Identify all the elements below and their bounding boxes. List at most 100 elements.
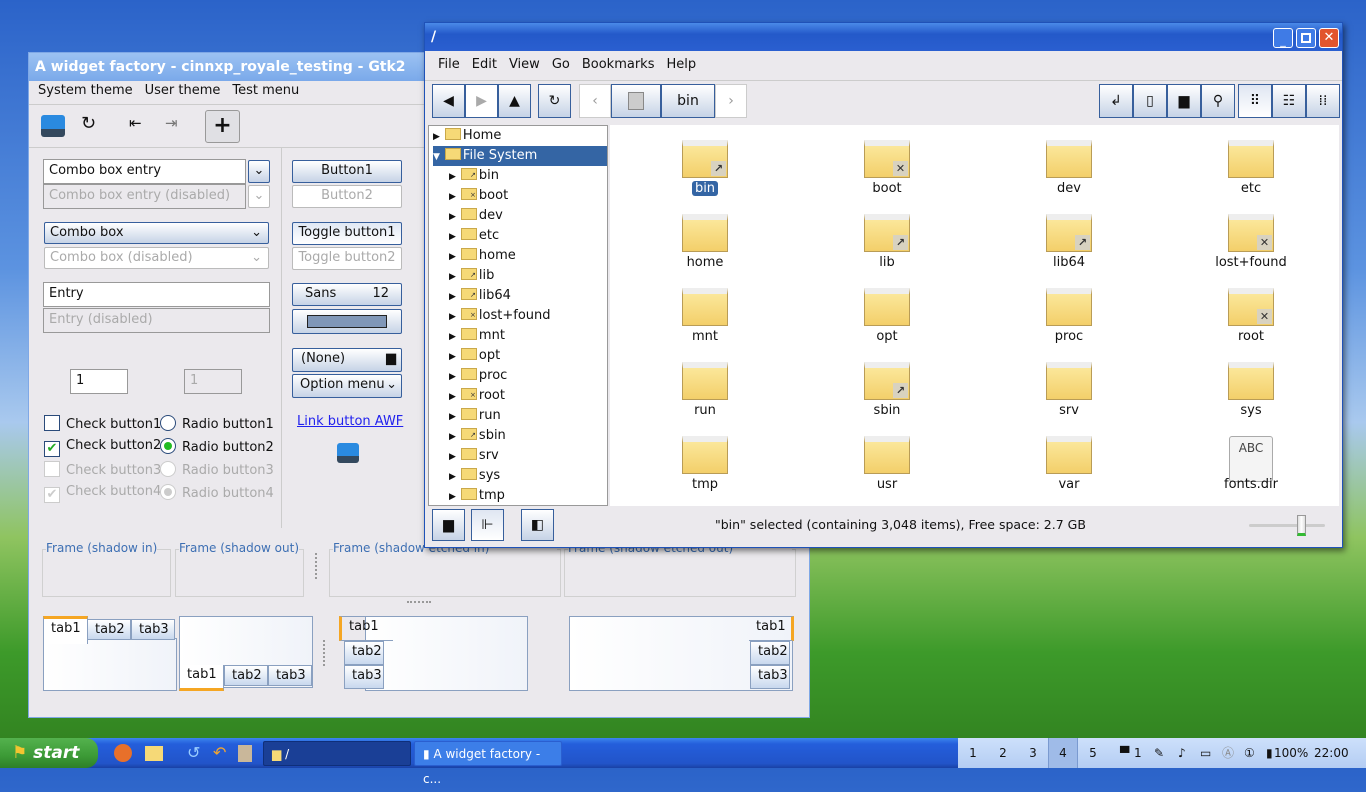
- clipboard-launcher-icon[interactable]: [238, 745, 252, 762]
- expander-right-icon[interactable]: ▶: [449, 292, 456, 302]
- file-item[interactable]: ✕ root: [1181, 288, 1321, 344]
- menu-edit[interactable]: Edit: [472, 57, 497, 72]
- menu-help[interactable]: Help: [666, 57, 696, 72]
- tree-item[interactable]: ▶ ↗ lib: [449, 266, 494, 286]
- entry-field[interactable]: Entry: [43, 282, 270, 307]
- path-scroll-right[interactable]: ›: [715, 84, 747, 118]
- checkbox-icon[interactable]: ✔: [44, 441, 60, 457]
- check-button-2[interactable]: ✔ Check button2: [44, 438, 161, 457]
- tree-item[interactable]: ▶ srv: [449, 446, 499, 466]
- workspace-2[interactable]: 2: [988, 738, 1018, 768]
- goto-last-icon[interactable]: ⇥: [165, 114, 178, 132]
- file-item[interactable]: proc: [999, 288, 1139, 344]
- chat-icon[interactable]: ▀: [1120, 738, 1129, 768]
- folder-tree[interactable]: ▶ Home ▼ File System ▶ ↗ bin ▶ × boot ▶ dev ▶ etc ▶ hom…: [428, 125, 608, 506]
- expander-right-icon[interactable]: ▶: [449, 392, 456, 402]
- close-button[interactable]: ✕: [1319, 28, 1339, 48]
- tree-item[interactable]: ▶ opt: [449, 346, 500, 366]
- toggle-sidebar-button[interactable]: ◧: [521, 509, 554, 541]
- file-item[interactable]: opt: [817, 288, 957, 344]
- clock[interactable]: 22:00: [1314, 738, 1349, 768]
- music-icon[interactable]: ♪: [1178, 738, 1186, 768]
- tab-2[interactable]: tab2: [750, 641, 790, 665]
- tab-2[interactable]: tab2: [224, 665, 268, 686]
- search-icon[interactable]: ⚲: [1201, 84, 1235, 118]
- expander-right-icon[interactable]: ▶: [449, 332, 456, 342]
- file-item[interactable]: ↗ sbin: [817, 362, 957, 418]
- path-scroll-left[interactable]: ‹: [579, 84, 611, 118]
- tree-item[interactable]: ▶ Home: [433, 126, 501, 146]
- file-chooser-button[interactable]: (None) ▆: [292, 348, 402, 372]
- firefox-launcher-icon[interactable]: [114, 744, 132, 762]
- menu-system-theme[interactable]: System theme: [38, 83, 133, 98]
- up-button[interactable]: ▲: [498, 84, 531, 118]
- expander-right-icon[interactable]: ▶: [449, 232, 456, 242]
- tab-3[interactable]: tab3: [344, 665, 384, 689]
- tree-item[interactable]: ▶ × boot: [449, 186, 508, 206]
- reload-button[interactable]: ↻: [538, 84, 571, 118]
- undo-launcher-icon[interactable]: ↶: [213, 743, 226, 762]
- tree-pane-button[interactable]: ⊩: [471, 509, 504, 541]
- tree-item[interactable]: ▶ etc: [449, 226, 499, 246]
- icon-view-button[interactable]: ⠿: [1238, 84, 1272, 118]
- file-item[interactable]: ↗ lib: [817, 214, 957, 270]
- goto-first-icon[interactable]: ⇤: [129, 114, 142, 132]
- expander-right-icon[interactable]: ▶: [449, 412, 456, 422]
- expander-right-icon[interactable]: ▶: [449, 432, 456, 442]
- option-menu[interactable]: Option menu ⌄: [292, 374, 402, 398]
- file-item[interactable]: var: [999, 436, 1139, 492]
- tree-item[interactable]: ▶ ↗ sbin: [449, 426, 506, 446]
- radio-icon[interactable]: [160, 415, 176, 431]
- file-item[interactable]: ↗ lib64: [999, 214, 1139, 270]
- new-folder-icon[interactable]: ▆: [1167, 84, 1201, 118]
- tab-1[interactable]: tab1: [179, 665, 224, 691]
- refresh-icon[interactable]: ↻: [81, 113, 96, 134]
- expander-right-icon[interactable]: ▶: [449, 212, 456, 222]
- menu-user-theme[interactable]: User theme: [145, 83, 221, 98]
- back-button[interactable]: ◀: [432, 84, 465, 118]
- expander-down-icon[interactable]: ▼: [433, 152, 440, 162]
- check-button-1[interactable]: Check button1: [44, 415, 161, 432]
- font-button[interactable]: Sans 12: [292, 283, 402, 306]
- task-widget-factory[interactable]: ▮ A widget factory - c...: [414, 741, 562, 786]
- file-item[interactable]: usr: [817, 436, 957, 492]
- menu-go[interactable]: Go: [552, 57, 570, 72]
- combo-entry-dropdown[interactable]: ⌄: [248, 160, 270, 183]
- menu-test[interactable]: Test menu: [232, 83, 299, 98]
- tree-item[interactable]: ▶ ↗ lib64: [449, 286, 511, 306]
- tab-3[interactable]: tab3: [131, 619, 175, 640]
- color-button[interactable]: [292, 309, 402, 334]
- tab-2[interactable]: tab2: [344, 641, 384, 665]
- menu-view[interactable]: View: [509, 57, 540, 72]
- expander-right-icon[interactable]: ▶: [449, 312, 456, 322]
- tree-item[interactable]: ▶ × lost+found: [449, 306, 551, 326]
- file-item[interactable]: mnt: [635, 288, 775, 344]
- workspace-1[interactable]: 1: [958, 738, 988, 768]
- file-item[interactable]: home: [635, 214, 775, 270]
- tree-item[interactable]: ▶ proc: [449, 366, 507, 386]
- pen-icon[interactable]: ✎: [1154, 738, 1164, 768]
- file-item[interactable]: ↗ bin: [635, 140, 775, 196]
- workspace-4[interactable]: 4: [1048, 738, 1078, 768]
- tab-1[interactable]: tab1: [749, 616, 794, 641]
- display-icon[interactable]: ▭: [1200, 738, 1211, 768]
- places-pane-button[interactable]: ▆: [432, 509, 465, 541]
- tree-item[interactable]: ▶ run: [449, 406, 501, 426]
- expander-right-icon[interactable]: ▶: [449, 272, 456, 282]
- tab-1[interactable]: tab1: [339, 616, 393, 641]
- tab-3[interactable]: tab3: [268, 665, 312, 686]
- start-button[interactable]: ⚑ start: [0, 738, 98, 768]
- expander-right-icon[interactable]: ▶: [449, 452, 456, 462]
- workspace-indicator-icon[interactable]: ①: [1244, 738, 1255, 768]
- combo-box-entry[interactable]: Combo box entry: [43, 159, 246, 184]
- link-button[interactable]: Link button AWF: [297, 414, 403, 429]
- expander-right-icon[interactable]: ▶: [449, 472, 456, 482]
- combo-box[interactable]: Combo box ⌄: [44, 222, 269, 244]
- tree-item[interactable]: ▶ home: [449, 246, 516, 266]
- zoom-slider[interactable]: [1249, 515, 1325, 536]
- expander-right-icon[interactable]: ▶: [433, 132, 440, 142]
- expander-right-icon[interactable]: ▶: [449, 372, 456, 382]
- paned-handle[interactable]: [323, 640, 325, 666]
- file-manager-launcher-icon[interactable]: [145, 746, 163, 761]
- paned-handle[interactable]: [315, 553, 317, 579]
